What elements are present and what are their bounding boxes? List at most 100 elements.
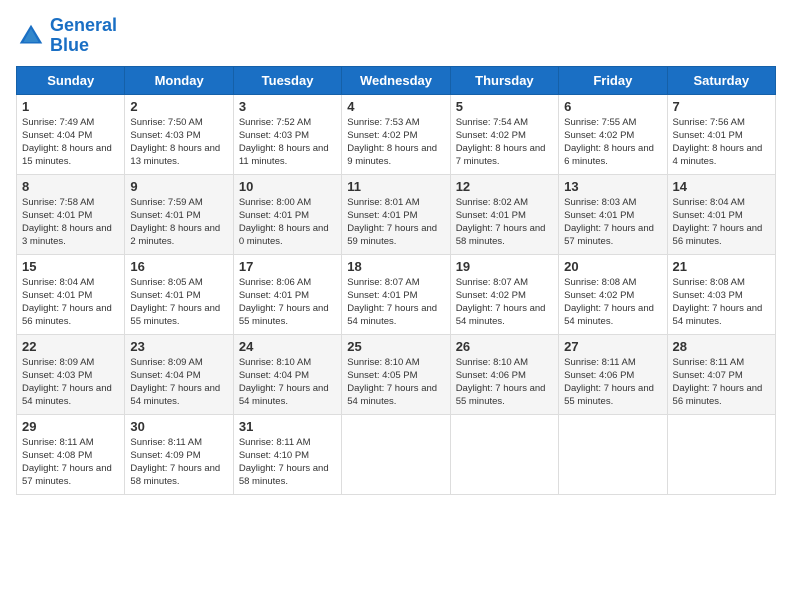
day-info: Sunrise: 8:06 AMSunset: 4:01 PMDaylight:… [239,276,336,329]
day-number: 7 [673,99,770,114]
calendar-week-row: 1Sunrise: 7:49 AMSunset: 4:04 PMDaylight… [17,94,776,174]
calendar-cell: 9 Sunrise: 7:59 AMSunset: 4:01 PMDaylight… [125,174,233,254]
calendar-cell: 22 Sunrise: 8:09 AMSunset: 4:03 PMDayligh… [17,334,125,414]
weekday-header: Sunday [17,66,125,94]
day-info: Sunrise: 8:00 AMSunset: 4:01 PMDaylight:… [239,196,336,249]
calendar-week-row: 8 Sunrise: 7:58 AMSunset: 4:01 PMDaylight… [17,174,776,254]
weekday-header: Monday [125,66,233,94]
day-number: 28 [673,339,770,354]
day-info: Sunrise: 7:53 AMSunset: 4:02 PMDaylight:… [347,116,444,169]
day-number: 23 [130,339,227,354]
day-number: 14 [673,179,770,194]
day-info: Sunrise: 7:58 AMSunset: 4:01 PMDaylight:… [22,196,119,249]
logo-text: GeneralBlue [50,16,117,56]
day-info: Sunrise: 8:05 AMSunset: 4:01 PMDaylight:… [130,276,227,329]
calendar-cell: 28 Sunrise: 8:11 AMSunset: 4:07 PMDayligh… [667,334,775,414]
day-info: Sunrise: 7:55 AMSunset: 4:02 PMDaylight:… [564,116,661,169]
calendar-cell: 14 Sunrise: 8:04 AMSunset: 4:01 PMDayligh… [667,174,775,254]
calendar-week-row: 15Sunrise: 8:04 AMSunset: 4:01 PMDayligh… [17,254,776,334]
calendar-cell: 19 Sunrise: 8:07 AMSunset: 4:02 PMDayligh… [450,254,558,334]
calendar-cell: 2Sunrise: 7:50 AMSunset: 4:03 PMDaylight… [125,94,233,174]
logo: GeneralBlue [16,16,117,56]
calendar-cell: 4 Sunrise: 7:53 AMSunset: 4:02 PMDaylight… [342,94,450,174]
calendar-table: SundayMondayTuesdayWednesdayThursdayFrid… [16,66,776,495]
calendar-cell: 10Sunrise: 8:00 AMSunset: 4:01 PMDayligh… [233,174,341,254]
calendar-cell: 7Sunrise: 7:56 AMSunset: 4:01 PMDaylight… [667,94,775,174]
calendar-cell [667,414,775,494]
calendar-cell: 26 Sunrise: 8:10 AMSunset: 4:06 PMDayligh… [450,334,558,414]
calendar-cell: 11 Sunrise: 8:01 AMSunset: 4:01 PMDayligh… [342,174,450,254]
calendar-cell: 30 Sunrise: 8:11 AMSunset: 4:09 PMDayligh… [125,414,233,494]
calendar-cell: 18 Sunrise: 8:07 AMSunset: 4:01 PMDayligh… [342,254,450,334]
day-info: Sunrise: 8:07 AMSunset: 4:01 PMDaylight:… [347,276,444,329]
day-number: 8 [22,179,119,194]
calendar-cell: 24 Sunrise: 8:10 AMSunset: 4:04 PMDayligh… [233,334,341,414]
calendar-cell: 12 Sunrise: 8:02 AMSunset: 4:01 PMDayligh… [450,174,558,254]
day-number: 26 [456,339,553,354]
day-info: Sunrise: 8:03 AMSunset: 4:01 PMDaylight:… [564,196,661,249]
day-info: Sunrise: 8:11 AMSunset: 4:07 PMDaylight:… [673,356,770,409]
day-info: Sunrise: 8:10 AMSunset: 4:06 PMDaylight:… [456,356,553,409]
calendar-cell: 1Sunrise: 7:49 AMSunset: 4:04 PMDaylight… [17,94,125,174]
day-info: Sunrise: 8:09 AMSunset: 4:03 PMDaylight:… [22,356,119,409]
calendar-cell: 13 Sunrise: 8:03 AMSunset: 4:01 PMDayligh… [559,174,667,254]
calendar-cell: 16 Sunrise: 8:05 AMSunset: 4:01 PMDayligh… [125,254,233,334]
calendar-cell: 31Sunrise: 8:11 AMSunset: 4:10 PMDayligh… [233,414,341,494]
calendar-header-row: SundayMondayTuesdayWednesdayThursdayFrid… [17,66,776,94]
calendar-cell: 23 Sunrise: 8:09 AMSunset: 4:04 PMDayligh… [125,334,233,414]
calendar-cell: 20 Sunrise: 8:08 AMSunset: 4:02 PMDayligh… [559,254,667,334]
day-info: Sunrise: 8:08 AMSunset: 4:03 PMDaylight:… [673,276,770,329]
day-number: 9 [130,179,227,194]
day-number: 18 [347,259,444,274]
calendar-cell: 25 Sunrise: 8:10 AMSunset: 4:05 PMDayligh… [342,334,450,414]
day-info: Sunrise: 8:08 AMSunset: 4:02 PMDaylight:… [564,276,661,329]
day-number: 4 [347,99,444,114]
day-number: 1 [22,99,119,114]
weekday-header: Tuesday [233,66,341,94]
day-number: 20 [564,259,661,274]
day-number: 3 [239,99,336,114]
day-number: 12 [456,179,553,194]
calendar-cell [450,414,558,494]
logo-icon [16,21,46,51]
day-info: Sunrise: 7:59 AMSunset: 4:01 PMDaylight:… [130,196,227,249]
calendar-cell: 3Sunrise: 7:52 AMSunset: 4:03 PMDaylight… [233,94,341,174]
day-info: Sunrise: 8:11 AMSunset: 4:08 PMDaylight:… [22,436,119,489]
day-number: 30 [130,419,227,434]
day-info: Sunrise: 8:11 AMSunset: 4:06 PMDaylight:… [564,356,661,409]
calendar-cell: 15Sunrise: 8:04 AMSunset: 4:01 PMDayligh… [17,254,125,334]
day-number: 11 [347,179,444,194]
day-info: Sunrise: 8:04 AMSunset: 4:01 PMDaylight:… [673,196,770,249]
day-number: 5 [456,99,553,114]
day-info: Sunrise: 8:11 AMSunset: 4:09 PMDaylight:… [130,436,227,489]
calendar-cell: 27 Sunrise: 8:11 AMSunset: 4:06 PMDayligh… [559,334,667,414]
day-info: Sunrise: 8:02 AMSunset: 4:01 PMDaylight:… [456,196,553,249]
day-info: Sunrise: 8:10 AMSunset: 4:05 PMDaylight:… [347,356,444,409]
day-number: 16 [130,259,227,274]
day-info: Sunrise: 8:09 AMSunset: 4:04 PMDaylight:… [130,356,227,409]
calendar-cell [342,414,450,494]
day-number: 19 [456,259,553,274]
day-number: 22 [22,339,119,354]
calendar-cell: 29Sunrise: 8:11 AMSunset: 4:08 PMDayligh… [17,414,125,494]
calendar-cell: 21 Sunrise: 8:08 AMSunset: 4:03 PMDayligh… [667,254,775,334]
day-info: Sunrise: 8:10 AMSunset: 4:04 PMDaylight:… [239,356,336,409]
day-number: 21 [673,259,770,274]
day-number: 24 [239,339,336,354]
day-number: 25 [347,339,444,354]
day-number: 27 [564,339,661,354]
calendar-cell [559,414,667,494]
calendar-cell: 17Sunrise: 8:06 AMSunset: 4:01 PMDayligh… [233,254,341,334]
day-number: 13 [564,179,661,194]
day-info: Sunrise: 8:07 AMSunset: 4:02 PMDaylight:… [456,276,553,329]
day-info: Sunrise: 8:04 AMSunset: 4:01 PMDaylight:… [22,276,119,329]
weekday-header: Wednesday [342,66,450,94]
calendar-week-row: 22 Sunrise: 8:09 AMSunset: 4:03 PMDayligh… [17,334,776,414]
weekday-header: Friday [559,66,667,94]
page-header: GeneralBlue [16,16,776,56]
weekday-header: Saturday [667,66,775,94]
day-info: Sunrise: 8:01 AMSunset: 4:01 PMDaylight:… [347,196,444,249]
day-number: 6 [564,99,661,114]
day-info: Sunrise: 7:54 AMSunset: 4:02 PMDaylight:… [456,116,553,169]
day-info: Sunrise: 7:50 AMSunset: 4:03 PMDaylight:… [130,116,227,169]
